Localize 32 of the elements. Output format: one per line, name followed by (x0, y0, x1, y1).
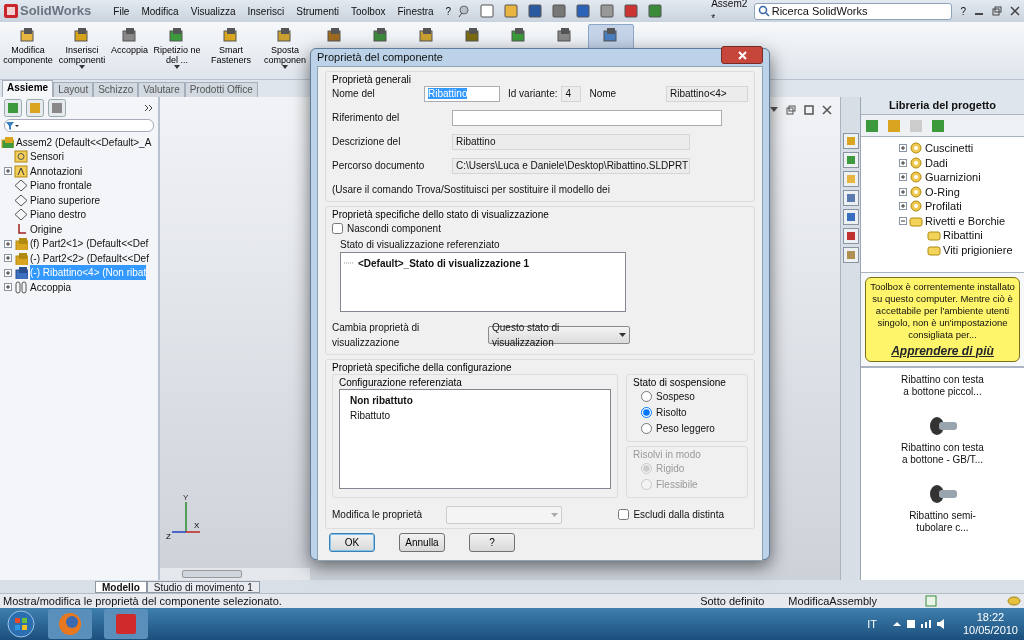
note-text: (Usare il comando Trova/Sostituisci per sostituire il modello dei (332, 182, 611, 197)
field-label: Nome (589, 87, 617, 101)
option-label: Flessibile (656, 478, 698, 492)
option-label: Rigido (656, 462, 685, 476)
status-text: Sotto definito (700, 593, 765, 609)
group-title: Proprietà specifiche della configurazione (332, 361, 513, 374)
option-label: Sospeso (656, 390, 695, 404)
dialog-title: Proprietà del componente (317, 50, 443, 65)
logo-text: SolidWorks (20, 2, 92, 21)
field-label: Nome del (332, 87, 376, 101)
option-label: Risolto (656, 406, 687, 420)
group-title: Proprietà specifiche dello stato di visualizzazione (332, 208, 550, 221)
group-title: Proprietà generali (332, 73, 412, 86)
field-label: Cambia proprietà di visualizzazione (332, 320, 421, 350)
group-title: Stato di sospensione (633, 376, 727, 389)
status-message: Mostra/modifica le proprietà del componente selezionato. (3, 593, 282, 609)
option-label: Nascondi component (347, 222, 441, 236)
field-label: Modifica le proprietà (332, 508, 424, 522)
notice-text: Toolbox è correntemente installato su questo computer. Mentre ciò è accettabile per l'ambiente utenti singolo, non è un'impostazione consigliata per... (869, 281, 1016, 341)
field-label: Riferimento del (332, 111, 401, 125)
axis-triad-drawing: Y X Z (160, 492, 202, 540)
group-title: Risolvi in modo (633, 448, 702, 461)
status-text: ModificaAssembly (788, 593, 877, 609)
option-label: Peso leggero (656, 422, 715, 436)
option-label: Escludi dalla distinta (633, 508, 724, 522)
field-label: Descrizione del (332, 135, 402, 149)
list-label: Stato di visualizzazione referenziato (340, 237, 501, 252)
document-title: Assem2 * (711, 0, 749, 26)
field-label: Id variante: (508, 87, 558, 101)
list-label: Configurazione referenziata (339, 376, 463, 389)
field-label: Percorso documento (332, 159, 426, 173)
panel-title: Libreria del progetto (889, 98, 996, 114)
